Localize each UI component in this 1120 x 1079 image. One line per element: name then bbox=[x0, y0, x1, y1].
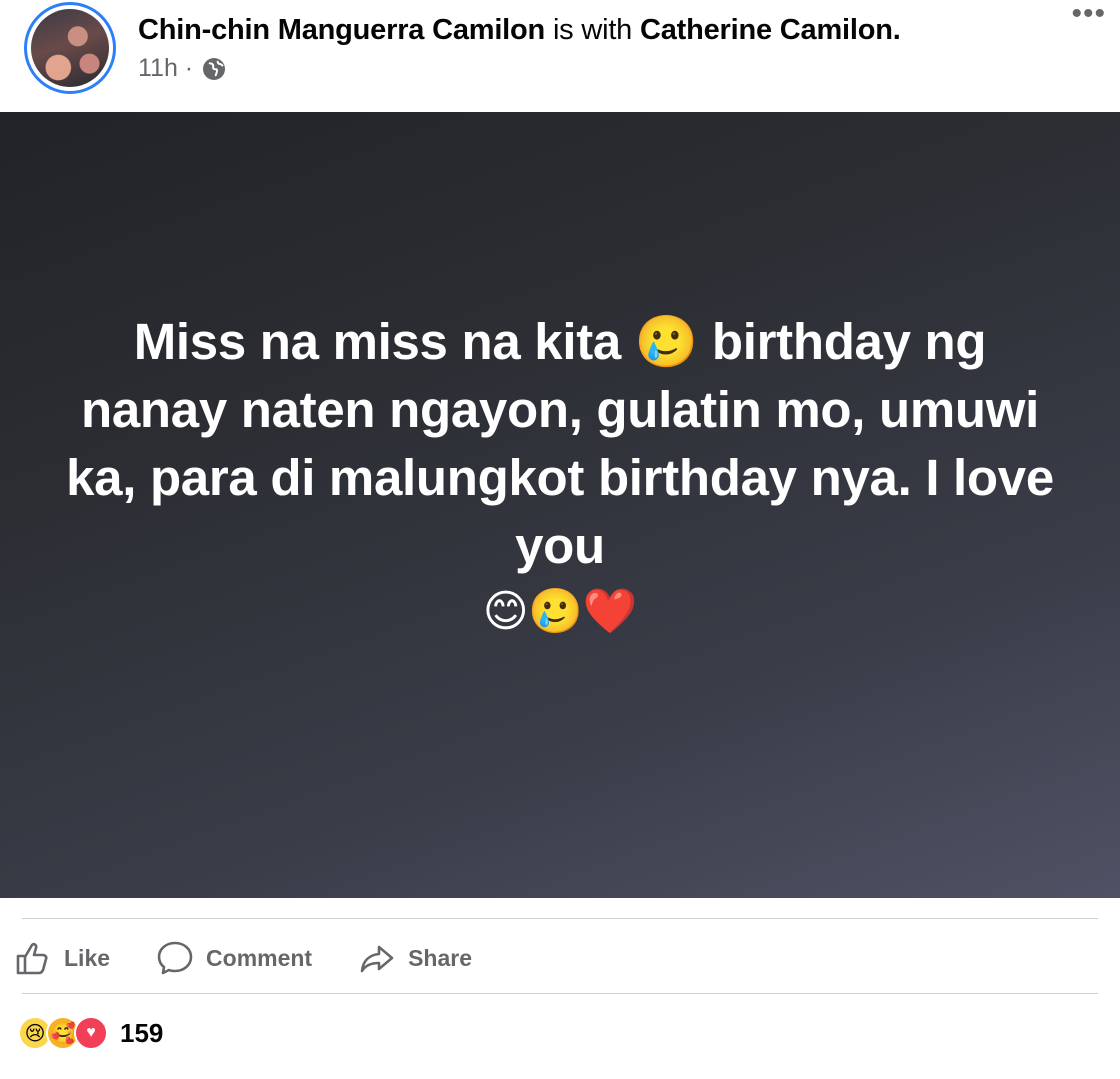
post-time[interactable]: 11h · bbox=[138, 54, 193, 83]
post-actions: Like Comment Share bbox=[14, 932, 472, 984]
avatar-photo bbox=[31, 9, 109, 87]
author-avatar[interactable] bbox=[24, 2, 116, 94]
tagged-name[interactable]: Catherine Camilon. bbox=[640, 14, 901, 46]
like-icon bbox=[16, 942, 48, 975]
divider-bottom bbox=[22, 993, 1098, 994]
post-content: Miss na miss na kita 🥲 birthday ng nanay… bbox=[60, 308, 1060, 642]
share-icon bbox=[360, 945, 394, 973]
post-text: Miss na miss na kita 🥲 birthday ng nanay… bbox=[66, 313, 1054, 574]
author-name[interactable]: Chin-chin Manguerra Camilon bbox=[138, 14, 545, 46]
post-header: Chin-chin Manguerra Camilon is with Cath… bbox=[0, 0, 1120, 112]
love-reaction-icon: ♥ bbox=[74, 1016, 108, 1050]
with-text: is with bbox=[552, 14, 633, 46]
comment-button[interactable]: Comment bbox=[156, 939, 312, 977]
post-meta: 11h · bbox=[138, 54, 227, 83]
author-line: Chin-chin Manguerra Camilon is with Cath… bbox=[138, 12, 901, 48]
post-emojis: 😊🥲❤️ bbox=[482, 587, 638, 636]
comment-label: Comment bbox=[206, 944, 313, 971]
like-label: Like bbox=[64, 944, 111, 971]
share-button[interactable]: Share bbox=[358, 939, 472, 977]
share-label: Share bbox=[408, 944, 473, 971]
divider-top bbox=[22, 918, 1098, 919]
like-button[interactable]: Like bbox=[14, 939, 110, 977]
reactions-summary[interactable]: 😢 🥰 ♥ 159 bbox=[18, 1016, 163, 1050]
more-horizontal-icon[interactable]: ••• bbox=[1071, 0, 1106, 29]
globe-icon bbox=[201, 56, 227, 82]
comment-icon bbox=[157, 941, 193, 975]
reaction-count: 159 bbox=[120, 1017, 164, 1048]
